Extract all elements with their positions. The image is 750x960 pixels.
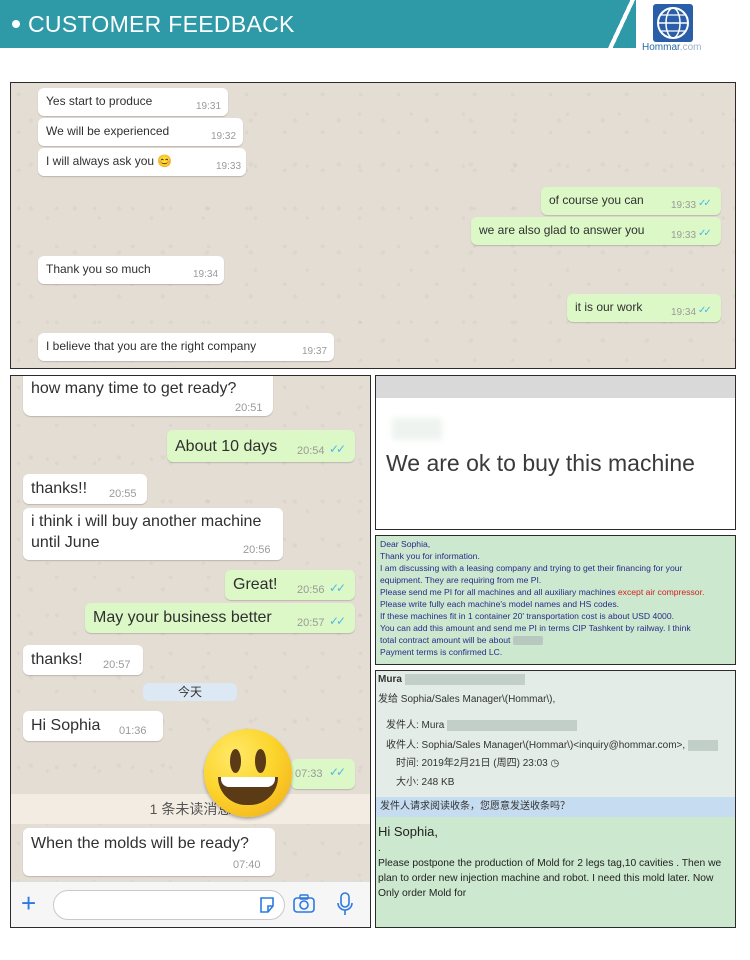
message-bubble: we are also glad to answer you 19:33 ✓✓ xyxy=(471,217,721,245)
plus-icon[interactable]: + xyxy=(21,889,36,917)
message-bubble: Thank you so much 19:34 xyxy=(38,256,224,284)
header-decoration xyxy=(600,0,636,48)
page-title: CUSTOMER FEEDBACK xyxy=(28,11,295,37)
to-summary: 发给 Sophia/Sales Manager\(Hommar\), xyxy=(378,694,556,705)
grinning-emoji-icon xyxy=(204,729,292,817)
bullet-icon xyxy=(12,20,20,28)
email-screenshot-2: Mura 发给 Sophia/Sales Manager\(Hommar\), … xyxy=(375,670,736,928)
message-time: 20:56 xyxy=(243,544,271,556)
message-time: 20:51 xyxy=(235,402,263,414)
page-header: CUSTOMER FEEDBACK xyxy=(0,0,630,48)
message-time: 19:33 xyxy=(671,200,697,211)
message-time: 07:40 xyxy=(233,859,261,871)
brand-logo: Hommar.com xyxy=(642,2,720,54)
message-snippet: We are ok to buy this machine xyxy=(375,375,736,530)
message-bubble: When the molds will be ready? 07:40 xyxy=(23,828,275,876)
redacted-amount xyxy=(512,636,543,646)
message-time: 19:31 xyxy=(196,101,222,112)
message-bubble: of course you can 19:33 ✓✓ xyxy=(541,187,721,215)
redacted-name xyxy=(404,674,525,685)
message-bubble: 07:33 ✓✓ xyxy=(291,759,355,789)
size-field: 大小: 248 KB xyxy=(396,777,455,788)
sticker-icon[interactable] xyxy=(258,896,276,914)
email-body-line: Please postpone the production of Mold f… xyxy=(378,858,722,869)
message-time: 20:56 xyxy=(297,584,325,596)
read-receipt-icon: ✓✓ xyxy=(698,198,712,209)
read-receipt-icon: ✓✓ xyxy=(698,228,712,239)
message-bubble: how many time to get ready? 20:51 xyxy=(23,376,273,416)
email-greeting: Hi Sophia, xyxy=(378,824,438,839)
message-bubble: Yes start to produce 19:31 xyxy=(38,88,228,116)
from-field: 发件人: Mura xyxy=(386,720,445,731)
message-bubble: About 10 days 20:54 ✓✓ xyxy=(167,430,355,462)
email-body-line: plan to order new injection machine and … xyxy=(378,873,714,884)
message-time: 19:33 xyxy=(671,230,697,241)
message-time: 20:55 xyxy=(109,488,137,500)
message-time: 19:34 xyxy=(671,307,697,318)
message-bubble: thanks!! 20:55 xyxy=(23,474,147,504)
message-bubble: May your business better 20:57 ✓✓ xyxy=(85,603,355,633)
smile-emoji-icon: 😊 xyxy=(157,154,173,168)
message-input[interactable] xyxy=(53,890,285,920)
recipient-field: 收件人: Sophia/Sales Manager\(Hommar\)<inqu… xyxy=(386,740,686,751)
message-time: 20:57 xyxy=(103,659,131,671)
message-bubble: I believe that you are the right company… xyxy=(38,333,334,361)
clock-icon: ◷ xyxy=(550,758,560,769)
email-body-line: Only order Mold for xyxy=(378,888,467,899)
redacted-email xyxy=(447,719,578,731)
date-separator: 今天 xyxy=(143,683,237,701)
email-screenshot-1: Dear Sophia, Thank you for information. … xyxy=(375,535,736,665)
read-receipt-notice[interactable]: 发件人请求阅读收条，您愿意发送收条吗？ xyxy=(376,797,735,817)
message-time: 20:54 xyxy=(297,445,325,457)
sender-name: Mura xyxy=(378,674,402,686)
message-bubble: We will be experienced 19:32 xyxy=(38,118,243,146)
read-receipt-icon: ✓✓ xyxy=(329,581,346,595)
snippet-text: We are ok to buy this machine xyxy=(386,450,695,476)
message-time: 19:32 xyxy=(211,131,237,142)
read-receipt-icon: ✓✓ xyxy=(329,765,346,779)
brand-name: Hommar.com xyxy=(642,42,702,53)
blurred-avatar xyxy=(392,418,442,440)
message-time: 19:33 xyxy=(216,161,242,172)
read-receipt-icon: ✓✓ xyxy=(329,442,346,456)
message-bubble: I will always ask you 😊 19:33 xyxy=(38,148,246,176)
globe-icon xyxy=(653,4,693,42)
message-time: 19:34 xyxy=(193,269,219,280)
read-receipt-icon: ✓✓ xyxy=(329,614,346,628)
time-field: 时间: 2019年2月21日 (周四) 23:03 xyxy=(396,758,548,769)
chat-screenshot-1: Yes start to produce 19:31 We will be ex… xyxy=(10,82,736,369)
message-bubble: it is our work 19:34 ✓✓ xyxy=(567,294,721,322)
message-bubble: thanks! 20:57 xyxy=(23,645,143,675)
message-bubble: Hi Sophia 01:36 xyxy=(23,711,163,741)
unread-messages-banner: 1 条未读消息 xyxy=(11,794,370,824)
message-input-bar: + xyxy=(11,881,370,927)
snippet-header-strip xyxy=(376,376,735,398)
message-time: 07:33 xyxy=(295,768,323,780)
message-bubble: i think i will buy another machine until … xyxy=(23,508,283,560)
message-bubble: Great! 20:56 ✓✓ xyxy=(225,570,355,600)
message-time: 19:37 xyxy=(302,346,328,357)
read-receipt-icon: ✓✓ xyxy=(698,305,712,316)
message-time: 20:57 xyxy=(297,617,325,629)
microphone-icon[interactable] xyxy=(337,892,353,916)
camera-icon[interactable] xyxy=(293,894,315,914)
message-time: 01:36 xyxy=(119,725,147,737)
chat-screenshot-2: how many time to get ready? 20:51 About … xyxy=(10,375,371,928)
